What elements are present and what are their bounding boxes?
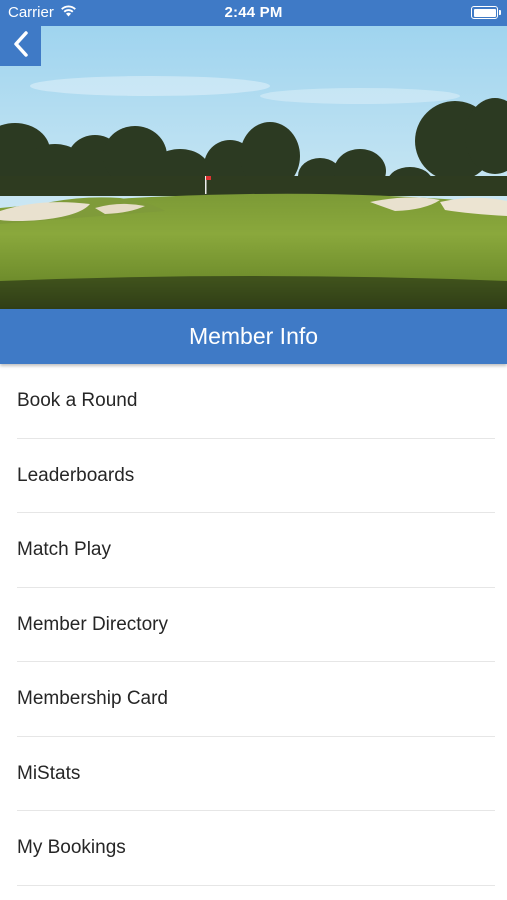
battery-icon — [471, 6, 501, 19]
menu-item-label: My Bookings — [17, 837, 126, 859]
menu-item-label: Leaderboards — [17, 464, 135, 486]
menu-item-mistats[interactable]: MiStats — [0, 737, 507, 812]
status-bar: Carrier 2:44 PM — [0, 0, 507, 26]
chevron-left-icon — [11, 30, 31, 63]
menu-item-leaderboards[interactable]: Leaderboards — [0, 439, 507, 514]
member-menu-list: Book a Round Leaderboards Match Play Mem… — [0, 364, 507, 886]
page-title: Member Info — [188, 323, 319, 349]
status-time: 2:44 PM — [224, 4, 283, 21]
menu-item-label: Match Play — [17, 539, 111, 561]
page-title-bar: Member Info — [0, 309, 507, 364]
hero-image — [0, 26, 507, 309]
menu-item-member-directory[interactable]: Member Directory — [0, 588, 507, 663]
menu-item-book-a-round[interactable]: Book a Round — [0, 364, 507, 439]
menu-item-match-play[interactable]: Match Play — [0, 513, 507, 588]
menu-item-my-bookings[interactable]: My Bookings — [0, 811, 507, 886]
menu-item-membership-card[interactable]: Membership Card — [0, 662, 507, 737]
menu-item-label: Membership Card — [17, 688, 168, 710]
menu-item-label: MiStats — [17, 762, 81, 784]
menu-item-label: Member Directory — [17, 613, 168, 635]
menu-item-label: Book a Round — [17, 390, 138, 412]
back-button[interactable] — [0, 26, 41, 66]
